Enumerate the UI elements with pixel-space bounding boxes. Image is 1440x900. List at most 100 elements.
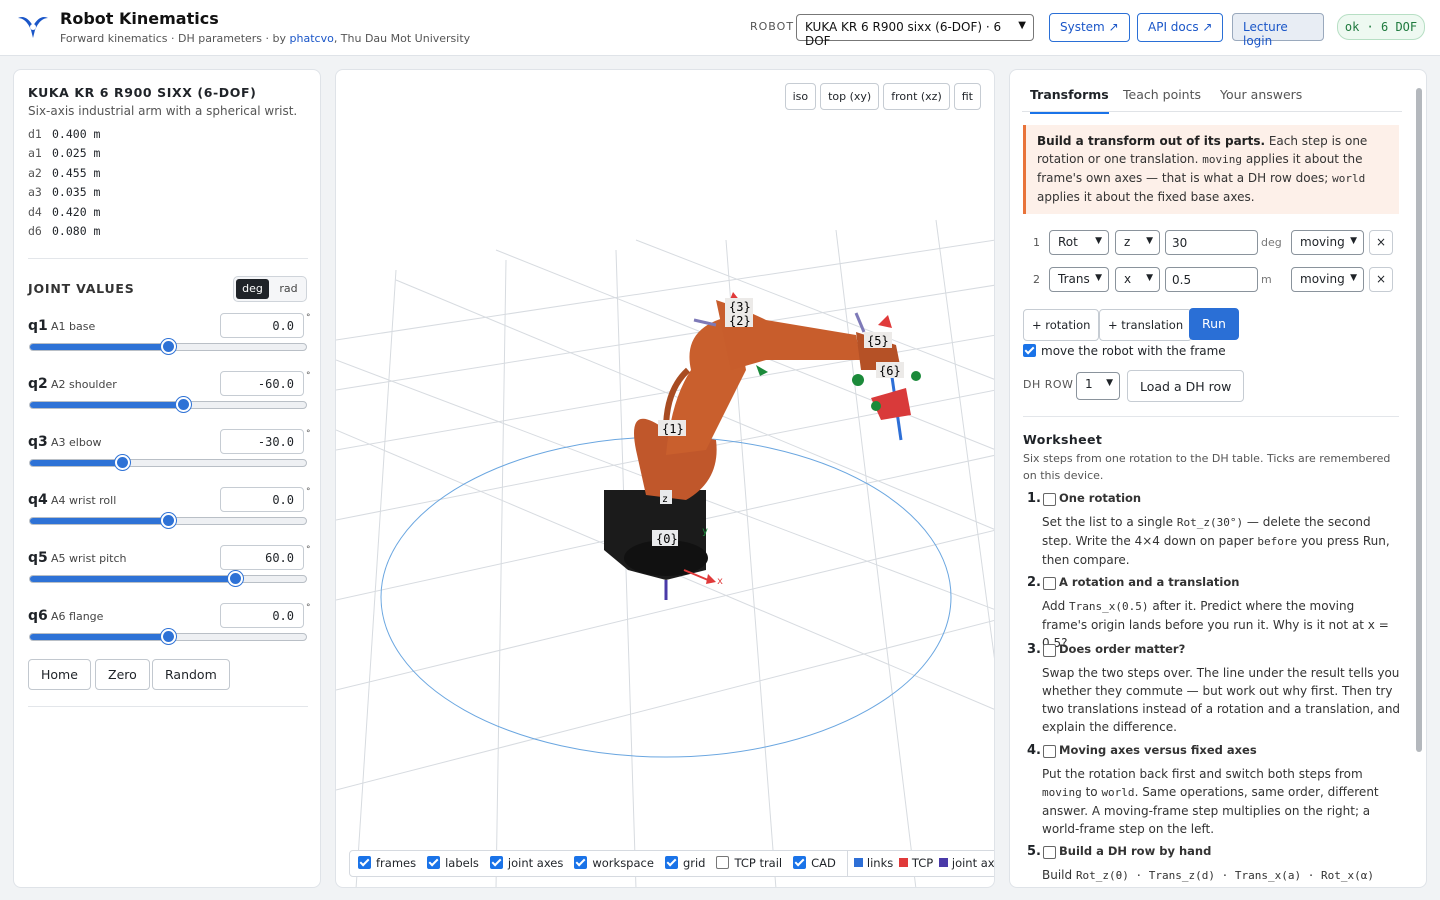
step-mode-select[interactable]: moving ▼: [1291, 267, 1364, 292]
joint-value-input[interactable]: -30.0: [220, 429, 304, 454]
add-rotation-button[interactable]: + rotation: [1023, 309, 1100, 341]
checkbox-icon: [427, 856, 441, 869]
dh-row-label: DH ROW: [1023, 378, 1074, 391]
param-row: d1 0.400 m: [28, 127, 101, 141]
chevron-down-icon: ▼: [1350, 236, 1357, 246]
joint-name: q4: [28, 492, 48, 508]
transform-step: 2 Trans ▼ x ▼ 0.5 m moving ▼ ×: [1023, 267, 1399, 293]
status-badge: ok · 6 DOF: [1337, 14, 1425, 40]
view-top-button[interactable]: top (xy): [820, 83, 880, 110]
task-title: A rotation and a translation: [1059, 575, 1240, 589]
view-fit-button[interactable]: fit: [953, 83, 981, 110]
view-front-button[interactable]: front (xz): [883, 83, 950, 110]
system-button[interactable]: System ↗: [1049, 13, 1130, 42]
delete-step-button[interactable]: ×: [1369, 267, 1393, 292]
lecture-login-button[interactable]: Lecture login: [1232, 13, 1324, 48]
joint-name: q5: [28, 550, 48, 566]
step-value-input[interactable]: 30: [1165, 230, 1258, 255]
robot-3d-viewer[interactable]: {0} {1} {2} {3} {5} {6} z y x iso top (xy…: [335, 69, 995, 888]
joint-slider-track[interactable]: [29, 459, 307, 467]
joint-slider-thumb[interactable]: [176, 397, 192, 412]
step-value-input[interactable]: 0.5: [1165, 267, 1258, 292]
joint-slider-thumb[interactable]: [161, 629, 176, 644]
zero-button[interactable]: Zero: [95, 659, 150, 690]
task-body: Set the list to a single Rot_z(30°) — de…: [1042, 515, 1390, 567]
legend-joint-axis: joint axis: [937, 856, 994, 870]
chevron-down-icon: ▼: [1106, 378, 1113, 388]
task-checkbox[interactable]: [1043, 644, 1056, 657]
joint-value-input[interactable]: 0.0: [220, 313, 304, 338]
param-row: a1 0.025 m: [28, 146, 101, 161]
frame-label-0: {0}: [656, 532, 678, 546]
run-button[interactable]: Run: [1189, 308, 1239, 340]
chevron-down-icon: ▼: [1095, 236, 1102, 246]
toggle-tcp-trail[interactable]: TCP trail: [716, 856, 782, 870]
joint-slider-thumb[interactable]: [228, 571, 244, 586]
joint-value-input[interactable]: 0.0: [220, 487, 304, 512]
chevron-down-icon: ▼: [1146, 236, 1153, 246]
joint-slider-track[interactable]: [29, 401, 307, 409]
deg-toggle-button[interactable]: deg: [236, 279, 269, 299]
author-link[interactable]: phatcvo: [290, 32, 334, 45]
toggle-workspace[interactable]: workspace: [574, 856, 654, 870]
step-mode-select[interactable]: moving ▼: [1291, 230, 1364, 255]
scrollbar[interactable]: [1413, 76, 1423, 882]
robot-arm: [604, 300, 901, 580]
slider-fill: [30, 576, 235, 582]
toggle-grid[interactable]: grid: [664, 856, 705, 870]
toggle-joint-axes[interactable]: joint axes: [489, 856, 563, 870]
joint-label: A5 wrist pitch: [51, 552, 127, 565]
task-checkbox[interactable]: [1043, 493, 1056, 506]
joint-label: A1 base: [51, 320, 96, 333]
divider: [1023, 416, 1399, 417]
api-docs-button[interactable]: API docs ↗: [1137, 13, 1224, 42]
joint-slider-track[interactable]: [29, 575, 307, 583]
load-dh-row-button[interactable]: Load a DH row: [1127, 370, 1245, 402]
robot-select[interactable]: KUKA KR 6 R900 sixx (6-DOF) · 6 DOF ▼: [796, 14, 1034, 48]
joint-value-input[interactable]: 60.0: [220, 545, 304, 570]
delete-step-button[interactable]: ×: [1369, 230, 1393, 255]
joint-label: A4 wrist roll: [51, 494, 117, 507]
task-body: Build Rot_z(θ) · Trans_z(d) · Trans_x(a)…: [1042, 868, 1374, 882]
task-checkbox[interactable]: [1043, 846, 1056, 859]
scrollbar-thumb[interactable]: [1416, 88, 1422, 752]
param-row: a3 0.035 m: [28, 185, 101, 200]
chevron-down-icon: ▼: [1350, 273, 1357, 283]
rad-toggle-button[interactable]: rad: [272, 279, 305, 299]
view-iso-button[interactable]: iso: [784, 83, 817, 110]
random-button[interactable]: Random: [152, 659, 230, 690]
slider-fill: [30, 460, 123, 466]
step-axis-select[interactable]: x ▼: [1115, 267, 1160, 292]
checkbox-icon: [489, 856, 503, 869]
robot-description: Six-axis industrial arm with a spherical…: [28, 104, 298, 118]
toggle-labels[interactable]: labels: [427, 856, 479, 870]
joint-slider-thumb[interactable]: [161, 513, 176, 528]
joint-slider-thumb[interactable]: [114, 455, 130, 470]
transforms-panel: Transforms Teach points Your answers Bui…: [1009, 69, 1427, 888]
tab-teach-points[interactable]: Teach points: [1123, 87, 1201, 102]
joint-value-input[interactable]: 0.0: [220, 603, 304, 628]
tab-your-answers[interactable]: Your answers: [1220, 87, 1302, 102]
step-type-select[interactable]: Trans ▼: [1049, 267, 1109, 292]
task-title: Moving axes versus fixed axes: [1059, 743, 1257, 757]
dh-row-select[interactable]: 1 ▼: [1076, 372, 1120, 400]
task-checkbox[interactable]: [1043, 577, 1056, 590]
step-type-select[interactable]: Rot ▼: [1049, 230, 1109, 255]
tab-transforms[interactable]: Transforms: [1030, 87, 1109, 114]
toggle-frames[interactable]: frames: [358, 856, 416, 870]
home-button[interactable]: Home: [28, 659, 91, 690]
checkbox-icon: [716, 856, 730, 869]
divider: [28, 258, 308, 259]
joint-name: q1: [28, 318, 48, 334]
joint-row-q1: q1 A1 base 0.0 °: [28, 313, 311, 363]
step-axis-select[interactable]: z ▼: [1115, 230, 1160, 255]
toggle-cad[interactable]: CAD: [793, 856, 836, 870]
joint-value-input[interactable]: -60.0: [220, 371, 304, 396]
joint-slider-thumb[interactable]: [161, 339, 176, 354]
worksheet-subtitle: Six steps from one rotation to the DH ta…: [1023, 452, 1391, 482]
unit-toggle: deg rad: [233, 276, 307, 302]
task-checkbox[interactable]: [1043, 745, 1056, 758]
add-translation-button[interactable]: + translation: [1099, 309, 1193, 341]
move-robot-checkbox[interactable]: move the robot with the frame: [1023, 344, 1226, 358]
robot-scene[interactable]: {0} {1} {2} {3} {5} {6} z y x: [336, 70, 995, 888]
